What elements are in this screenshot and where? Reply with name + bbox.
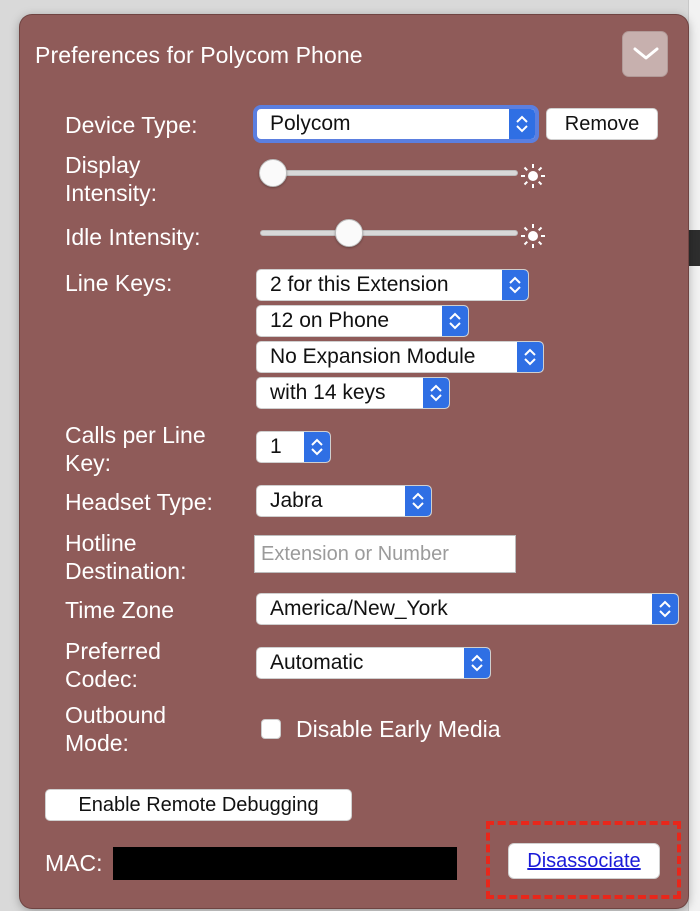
disable-early-media-checkbox[interactable] [261,719,281,739]
time-zone-label: Time Zone [65,597,175,623]
calls-per-line-key-label-line2: Key: [65,450,112,476]
collapse-button[interactable] [622,31,668,77]
time-zone-select[interactable]: America/New_York [256,593,679,625]
chevron-down-icon [633,47,659,60]
select-stepper-icon [423,378,449,408]
display-intensity-slider-thumb[interactable] [259,159,287,187]
idle-intensity-label: Idle Intensity: [65,224,201,250]
line-keys-phone-select[interactable]: 12 on Phone [256,305,469,337]
enable-remote-debugging-button[interactable]: Enable Remote Debugging [45,789,352,821]
select-stepper-icon [304,432,330,462]
module-keys-value: with 14 keys [270,381,386,404]
disassociate-button[interactable]: Disassociate [508,843,660,879]
module-keys-select[interactable]: with 14 keys [256,377,450,409]
calls-per-line-key-select[interactable]: 1 [256,431,331,463]
idle-intensity-slider[interactable] [260,230,518,236]
outbound-mode-label-line1: Outbound [65,702,167,728]
display-intensity-slider[interactable] [260,170,518,176]
idle-intensity-slider-thumb[interactable] [335,219,363,247]
display-intensity-label: Display Intensity: [65,151,245,207]
preferred-codec-label-line2: Codec: [65,666,138,692]
panel-title: Preferences for Polycom Phone [35,42,363,68]
select-stepper-icon [442,306,468,336]
headset-type-label: Headset Type: [65,489,213,515]
select-stepper-icon [652,594,678,624]
hotline-destination-input[interactable] [254,535,516,573]
select-stepper-icon [502,270,528,300]
line-keys-label: Line Keys: [65,270,173,296]
line-keys-phone-value: 12 on Phone [270,309,390,332]
line-keys-extension-value: 2 for this Extension [270,273,449,296]
background-page-edge [688,0,700,911]
device-type-label: Device Type: [65,112,198,138]
select-stepper-icon [509,109,535,139]
time-zone-value: America/New_York [270,597,448,620]
remove-button[interactable]: Remove [546,108,658,140]
calls-per-line-key-label-line1: Calls per Line [65,422,206,448]
device-type-value: Polycom [270,112,351,135]
mac-label: MAC: [45,850,103,876]
expansion-module-value: No Expansion Module [270,345,476,368]
device-type-select[interactable]: Polycom [256,108,536,140]
select-stepper-icon [517,342,543,372]
sun-icon [521,224,545,248]
outbound-mode-label: Outbound Mode: [65,701,245,757]
hotline-destination-label-line1: Hotline [65,530,137,556]
preferred-codec-label-line1: Preferred [65,638,161,664]
expansion-module-select[interactable]: No Expansion Module [256,341,544,373]
preferred-codec-value: Automatic [270,651,364,674]
display-intensity-label-line2: Intensity: [65,180,158,206]
disable-early-media-label: Disable Early Media [296,716,501,742]
hotline-destination-label: Hotline Destination: [65,529,245,585]
hotline-destination-label-line2: Destination: [65,558,187,584]
select-stepper-icon [405,486,431,516]
background-dark-bar [689,230,700,266]
headset-type-select[interactable]: Jabra [256,485,432,517]
outbound-mode-label-line2: Mode: [65,730,129,756]
calls-per-line-key-value: 1 [270,435,282,458]
sun-icon [521,164,545,188]
mac-value-redacted [113,847,457,880]
preferred-codec-select[interactable]: Automatic [256,647,491,679]
select-stepper-icon [464,648,490,678]
headset-type-value: Jabra [270,489,323,512]
preferred-codec-label: Preferred Codec: [65,637,245,693]
preferences-panel: Preferences for Polycom Phone Device Typ… [20,15,688,908]
line-keys-extension-select[interactable]: 2 for this Extension [256,269,529,301]
display-intensity-label-line1: Display [65,152,141,178]
calls-per-line-key-label: Calls per Line Key: [65,421,245,477]
